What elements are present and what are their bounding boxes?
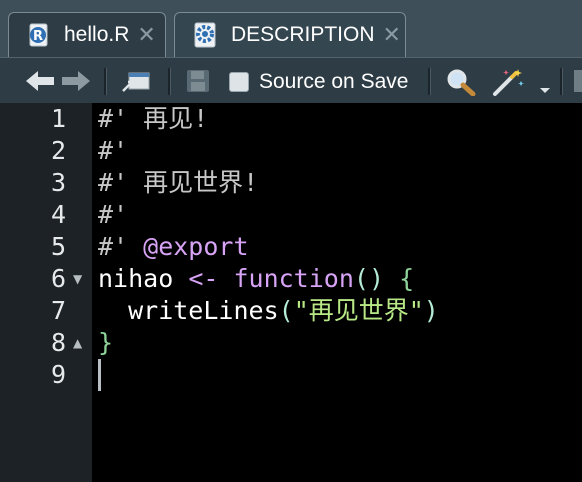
source-on-save-checkbox[interactable] — [229, 72, 249, 92]
line-number: 3 — [50, 168, 66, 197]
code-line: nihao <- function() { — [98, 263, 414, 295]
forward-arrow-icon[interactable] — [60, 69, 92, 97]
show-in-window-icon[interactable] — [120, 69, 152, 99]
line-number: 1 — [50, 104, 66, 133]
close-icon[interactable]: ✕ — [137, 23, 155, 48]
code-line: writeLines("再见世界") — [98, 295, 439, 327]
line-number: 7 — [50, 296, 66, 325]
toolbar-separator — [428, 68, 431, 95]
code-line: #' — [98, 199, 128, 231]
line-number: 4 — [50, 200, 66, 229]
chevron-down-icon[interactable] — [539, 80, 551, 99]
code-line: } — [98, 327, 113, 359]
code-editor[interactable]: #' 再见! #' #' 再见世界! #' #' @export nihao <- fun… — [92, 103, 582, 482]
code-token: #' — [98, 136, 129, 165]
code-token: () — [353, 264, 384, 293]
code-line: #' 再见世界! — [98, 167, 258, 199]
code-token: function — [233, 264, 354, 293]
code-token: } — [98, 328, 114, 357]
code-token: ( — [278, 296, 294, 325]
line-number: 2 — [50, 136, 66, 165]
code-line: #' 再见! — [98, 103, 208, 135]
code-token: #' 再见世界! — [98, 168, 259, 197]
line-number: 5 — [50, 232, 66, 261]
fold-expand-icon[interactable]: ▲ — [73, 327, 82, 359]
code-token: #' — [98, 200, 129, 229]
svg-text:R: R — [33, 29, 43, 44]
tab-label: hello.R — [64, 23, 130, 46]
search-icon[interactable] — [446, 68, 476, 100]
text-cursor — [98, 359, 101, 391]
toolbar-separator — [168, 68, 171, 95]
back-arrow-icon[interactable] — [24, 69, 56, 97]
tab-label: DESCRIPTION — [231, 23, 375, 46]
more-tools-icon[interactable] — [574, 70, 582, 96]
line-number: 6 — [50, 264, 66, 293]
tab-bar: R hello.R ✕ DESCRIPTION ✕ — [0, 0, 582, 57]
code-token: { — [399, 264, 415, 293]
source-on-save-label: Source on Save — [259, 70, 409, 93]
gear-icon — [191, 21, 219, 49]
code-token: ) — [423, 296, 439, 325]
line-number: 8 — [50, 328, 66, 357]
code-token: "再见世界" — [293, 296, 424, 325]
tab-description[interactable]: DESCRIPTION ✕ — [174, 12, 406, 57]
line-number: 9 — [50, 360, 66, 389]
code-token: <- — [188, 264, 234, 293]
code-token: nihao — [98, 264, 189, 293]
code-token: @export — [143, 232, 249, 261]
source-on-save-toggle[interactable]: Source on Save — [229, 70, 408, 94]
toolbar-separator — [104, 68, 107, 95]
toolbar-separator — [560, 68, 563, 95]
r-file-icon: R — [27, 23, 52, 48]
fold-collapse-icon[interactable]: ▼ — [73, 263, 82, 295]
close-icon[interactable]: ✕ — [383, 23, 401, 48]
code-token: #' — [98, 232, 144, 261]
code-line: #' @export — [98, 231, 249, 263]
line-number-gutter: 1 2 3 4 5 6 ▼ 7 8 ▲ 9 — [0, 103, 92, 482]
code-token: #' 再见! — [98, 104, 209, 133]
tab-hello-r[interactable]: R hello.R ✕ — [8, 12, 166, 57]
code-token: writeLines — [98, 296, 279, 325]
magic-wand-icon[interactable] — [492, 67, 526, 101]
save-icon[interactable] — [186, 69, 210, 97]
code-line: #' — [98, 135, 128, 167]
rstudio-source-pane: R hello.R ✕ DESCRIPTION ✕ Source on Save… — [0, 0, 582, 482]
editor-toolbar: Source on Save — [0, 57, 582, 103]
